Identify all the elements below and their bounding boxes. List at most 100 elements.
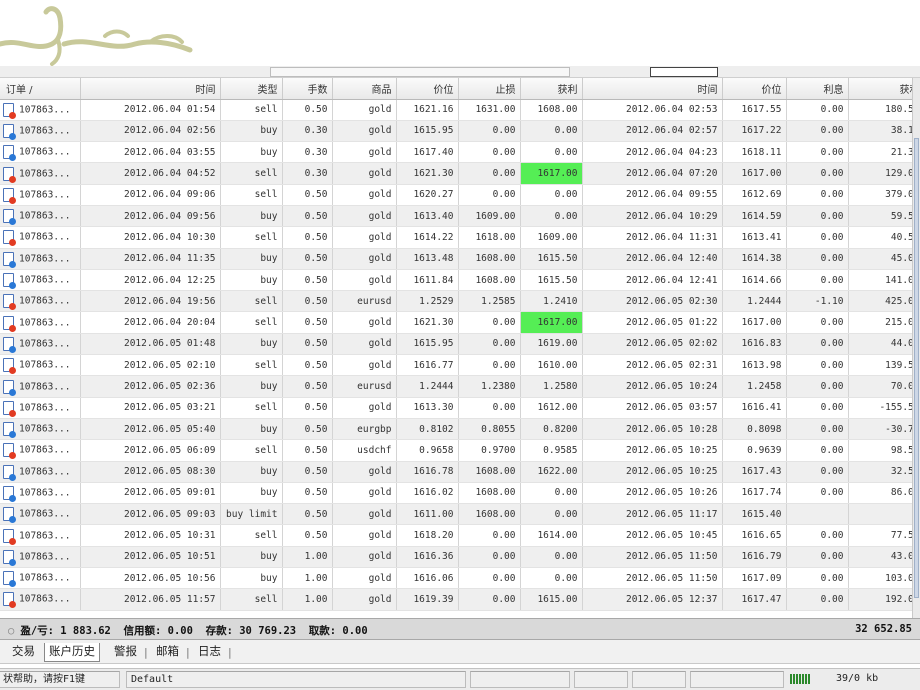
table-row[interactable]: 107863... 2012.06.04 09:06 sell 0.50 gold 162… — [0, 184, 920, 206]
col-header-symbol[interactable]: 商品 — [332, 78, 397, 100]
table-row[interactable]: 107863... 2012.06.05 05:40 buy 0.50 eurgbp 0.… — [0, 418, 920, 441]
cell-close-price: 1616.79 — [722, 546, 787, 569]
scrollbar-thumb[interactable] — [914, 138, 919, 598]
cell-swap: 0.00 — [786, 248, 849, 270]
cell-close-time: 2012.06.05 03:57 — [582, 397, 723, 419]
table-row[interactable]: 107863... 2012.06.04 11:35 buy 0.50 gold 1613… — [0, 248, 920, 270]
status-empty-2 — [574, 671, 628, 688]
cell-open-price: 1613.30 — [396, 397, 459, 419]
table-row[interactable]: 107863... 2012.06.04 20:04 sell 0.50 gold 162… — [0, 311, 920, 334]
cell-close-price: 1617.43 — [722, 461, 787, 483]
table-row[interactable]: 107863... 2012.06.05 11:57 sell 1.00 gold 161… — [0, 588, 920, 611]
cell-stop-loss: 0.00 — [458, 184, 521, 206]
table-row[interactable]: 107863... 2012.06.05 06:09 sell 0.50 usdchf 0… — [0, 439, 920, 462]
tab-alerts[interactable]: 警报 — [110, 643, 141, 662]
table-row[interactable]: 107863... 2012.06.04 02:56 buy 0.30 gold 1615… — [0, 120, 920, 143]
cell-type: buy — [220, 248, 283, 270]
tab-mailbox[interactable]: 邮箱 — [152, 643, 183, 662]
table-row[interactable]: 107863... 2012.06.04 04:52 sell 0.30 gold 162… — [0, 162, 920, 185]
col-header-type[interactable]: 类型 — [220, 78, 283, 100]
table-row[interactable]: 107863... 2012.06.04 12:25 buy 0.50 gold 1611… — [0, 269, 920, 292]
table-row[interactable]: 107863... 2012.06.05 08:30 buy 0.50 gold 1616… — [0, 461, 920, 483]
cell-order: 107863... — [0, 588, 81, 611]
cell-open-time: 2012.06.05 11:57 — [80, 588, 221, 611]
table-row[interactable]: 107863... 2012.06.05 10:31 sell 0.50 gold 161… — [0, 524, 920, 547]
table-row[interactable]: 107863... 2012.06.05 03:21 sell 0.50 gold 161… — [0, 397, 920, 419]
table-row[interactable]: 107863... 2012.06.04 01:54 sell 0.50 gold 162… — [0, 99, 920, 121]
summary-total: 32 652.85 — [855, 623, 912, 635]
col-header-profit[interactable]: 获利 — [848, 78, 920, 100]
cell-stop-loss: 1608.00 — [458, 503, 521, 526]
terminal-tabs: 交易 账户历史 警报 | 邮箱 | 日志 | — [0, 640, 920, 664]
cell-open-time: 2012.06.05 09:03 — [80, 503, 221, 526]
order-id: 107863... — [19, 295, 71, 307]
cell-open-price: 0.9658 — [396, 439, 459, 462]
cell-swap: 0.00 — [786, 546, 849, 569]
tab-account-history[interactable]: 账户历史 — [44, 643, 100, 662]
table-row[interactable]: 107863... 2012.06.05 01:48 buy 0.50 gold 1615… — [0, 333, 920, 356]
cell-order: 107863... — [0, 269, 81, 292]
cell-stop-loss: 1608.00 — [458, 461, 521, 483]
col-header-open-time[interactable]: 时间 — [80, 78, 221, 100]
buy-order-icon — [3, 379, 16, 396]
table-header-row: 订单 / 时间 类型 手数 商品 价位 止损 获利 时间 价位 利息 获利 — [0, 78, 920, 100]
table-row[interactable]: 107863... 2012.06.05 02:36 buy 0.50 eurusd 1.… — [0, 375, 920, 398]
cell-order: 107863... — [0, 397, 81, 419]
col-header-lots[interactable]: 手数 — [282, 78, 333, 100]
cell-open-price: 0.8102 — [396, 418, 459, 441]
table-row[interactable]: 107863... 2012.06.05 10:56 buy 1.00 gold 1616… — [0, 567, 920, 590]
cell-take-profit: 1622.00 — [520, 461, 583, 483]
cell-lots: 0.50 — [282, 226, 333, 249]
col-header-open-price[interactable]: 价位 — [396, 78, 459, 100]
cell-close-price: 1613.41 — [722, 226, 787, 249]
order-id: 107863... — [19, 487, 71, 499]
cell-close-price: 1617.74 — [722, 482, 787, 505]
cell-type: sell — [220, 524, 283, 547]
cell-close-time: 2012.06.04 10:29 — [582, 205, 723, 228]
col-header-take-profit[interactable]: 获利 — [520, 78, 583, 100]
col-header-close-time[interactable]: 时间 — [582, 78, 723, 100]
cell-close-time: 2012.06.04 12:41 — [582, 269, 723, 292]
cell-swap: 0.00 — [786, 120, 849, 143]
tab-trade[interactable]: 交易 — [8, 643, 39, 662]
cell-close-time: 2012.06.05 02:31 — [582, 354, 723, 377]
col-header-swap[interactable]: 利息 — [786, 78, 849, 100]
table-row[interactable]: 107863... 2012.06.04 10:30 sell 0.50 gold 161… — [0, 226, 920, 249]
table-row[interactable]: 107863... 2012.06.04 09:56 buy 0.50 gold 1613… — [0, 205, 920, 228]
cell-order: 107863... — [0, 99, 81, 121]
cell-profit: 45.00 — [848, 248, 920, 270]
cell-stop-loss: 0.00 — [458, 354, 521, 377]
tab-separator: | — [228, 646, 232, 659]
sell-order-icon — [3, 358, 16, 375]
cell-open-time: 2012.06.04 02:56 — [80, 120, 221, 143]
cell-close-time: 2012.06.04 07:20 — [582, 162, 723, 185]
tab-journal[interactable]: 日志 — [194, 643, 225, 662]
summary-text-wrap: ○ 盈/亏: 1 883.62 信用额: 0.00 存款: 30 769.23 取… — [8, 623, 368, 638]
col-header-stop-loss[interactable]: 止损 — [458, 78, 521, 100]
column-group-header-strip — [0, 66, 920, 78]
cell-stop-loss: 1.2380 — [458, 375, 521, 398]
vertical-scrollbar[interactable] — [912, 78, 920, 618]
table-row[interactable]: 107863... 2012.06.04 03:55 buy 0.30 gold 1617… — [0, 141, 920, 164]
cell-open-time: 2012.06.04 10:30 — [80, 226, 221, 249]
cell-profit: 425.00 — [848, 290, 920, 313]
cell-open-price: 1611.84 — [396, 269, 459, 292]
col-header-order[interactable]: 订单 / — [0, 78, 81, 100]
cell-close-time: 2012.06.05 01:22 — [582, 311, 723, 334]
cell-symbol: gold — [332, 269, 397, 292]
cell-open-time: 2012.06.05 05:40 — [80, 418, 221, 441]
col-header-close-price[interactable]: 价位 — [722, 78, 787, 100]
cell-lots: 0.50 — [282, 269, 333, 292]
cell-profit: -155.50 — [848, 397, 920, 419]
cell-type: sell — [220, 311, 283, 334]
cell-order: 107863... — [0, 333, 81, 356]
table-row[interactable]: 107863... 2012.06.04 19:56 sell 0.50 eurusd 1… — [0, 290, 920, 313]
table-row[interactable]: 107863... 2012.06.05 09:03 buy limit 0.50 go… — [0, 503, 920, 526]
cell-close-price: 1616.41 — [722, 397, 787, 419]
table-row[interactable]: 107863... 2012.06.05 10:51 buy 1.00 gold 1616… — [0, 546, 920, 569]
table-row[interactable]: 107863... 2012.06.05 09:01 buy 0.50 gold 1616… — [0, 482, 920, 505]
table-row[interactable]: 107863... 2012.06.05 02:10 sell 0.50 gold 161… — [0, 354, 920, 377]
cell-open-time: 2012.06.04 11:35 — [80, 248, 221, 270]
brand-logo — [0, 0, 920, 68]
cell-stop-loss: 1618.00 — [458, 226, 521, 249]
